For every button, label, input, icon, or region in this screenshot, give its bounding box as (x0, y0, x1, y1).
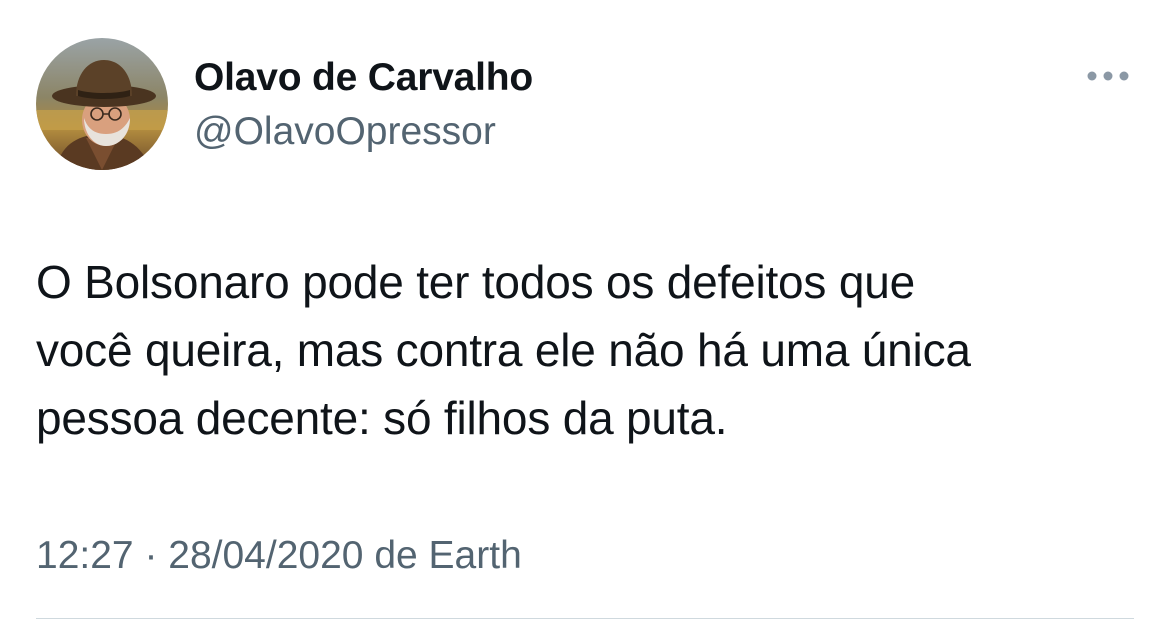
author-display-name[interactable]: Olavo de Carvalho (194, 54, 533, 102)
tweet-metadata: 12:27 · 28/04/2020 de Earth (36, 528, 522, 584)
tweet-text: O Bolsonaro pode ter todos os defeitos q… (36, 256, 971, 444)
source-prefix: de (363, 534, 429, 577)
divider (36, 618, 1134, 619)
profile-photo-icon (36, 38, 168, 170)
meta-separator: · (133, 534, 169, 577)
tweet-time[interactable]: 12:27 (36, 534, 134, 577)
tweet-date[interactable]: 28/04/2020 (168, 534, 363, 577)
avatar[interactable] (36, 38, 168, 170)
more-horizontal-icon (1087, 71, 1129, 81)
author-handle[interactable]: @OlavoOpressor (194, 108, 496, 156)
more-options-button[interactable] (1080, 58, 1136, 94)
tweet-source: Earth (428, 534, 522, 577)
